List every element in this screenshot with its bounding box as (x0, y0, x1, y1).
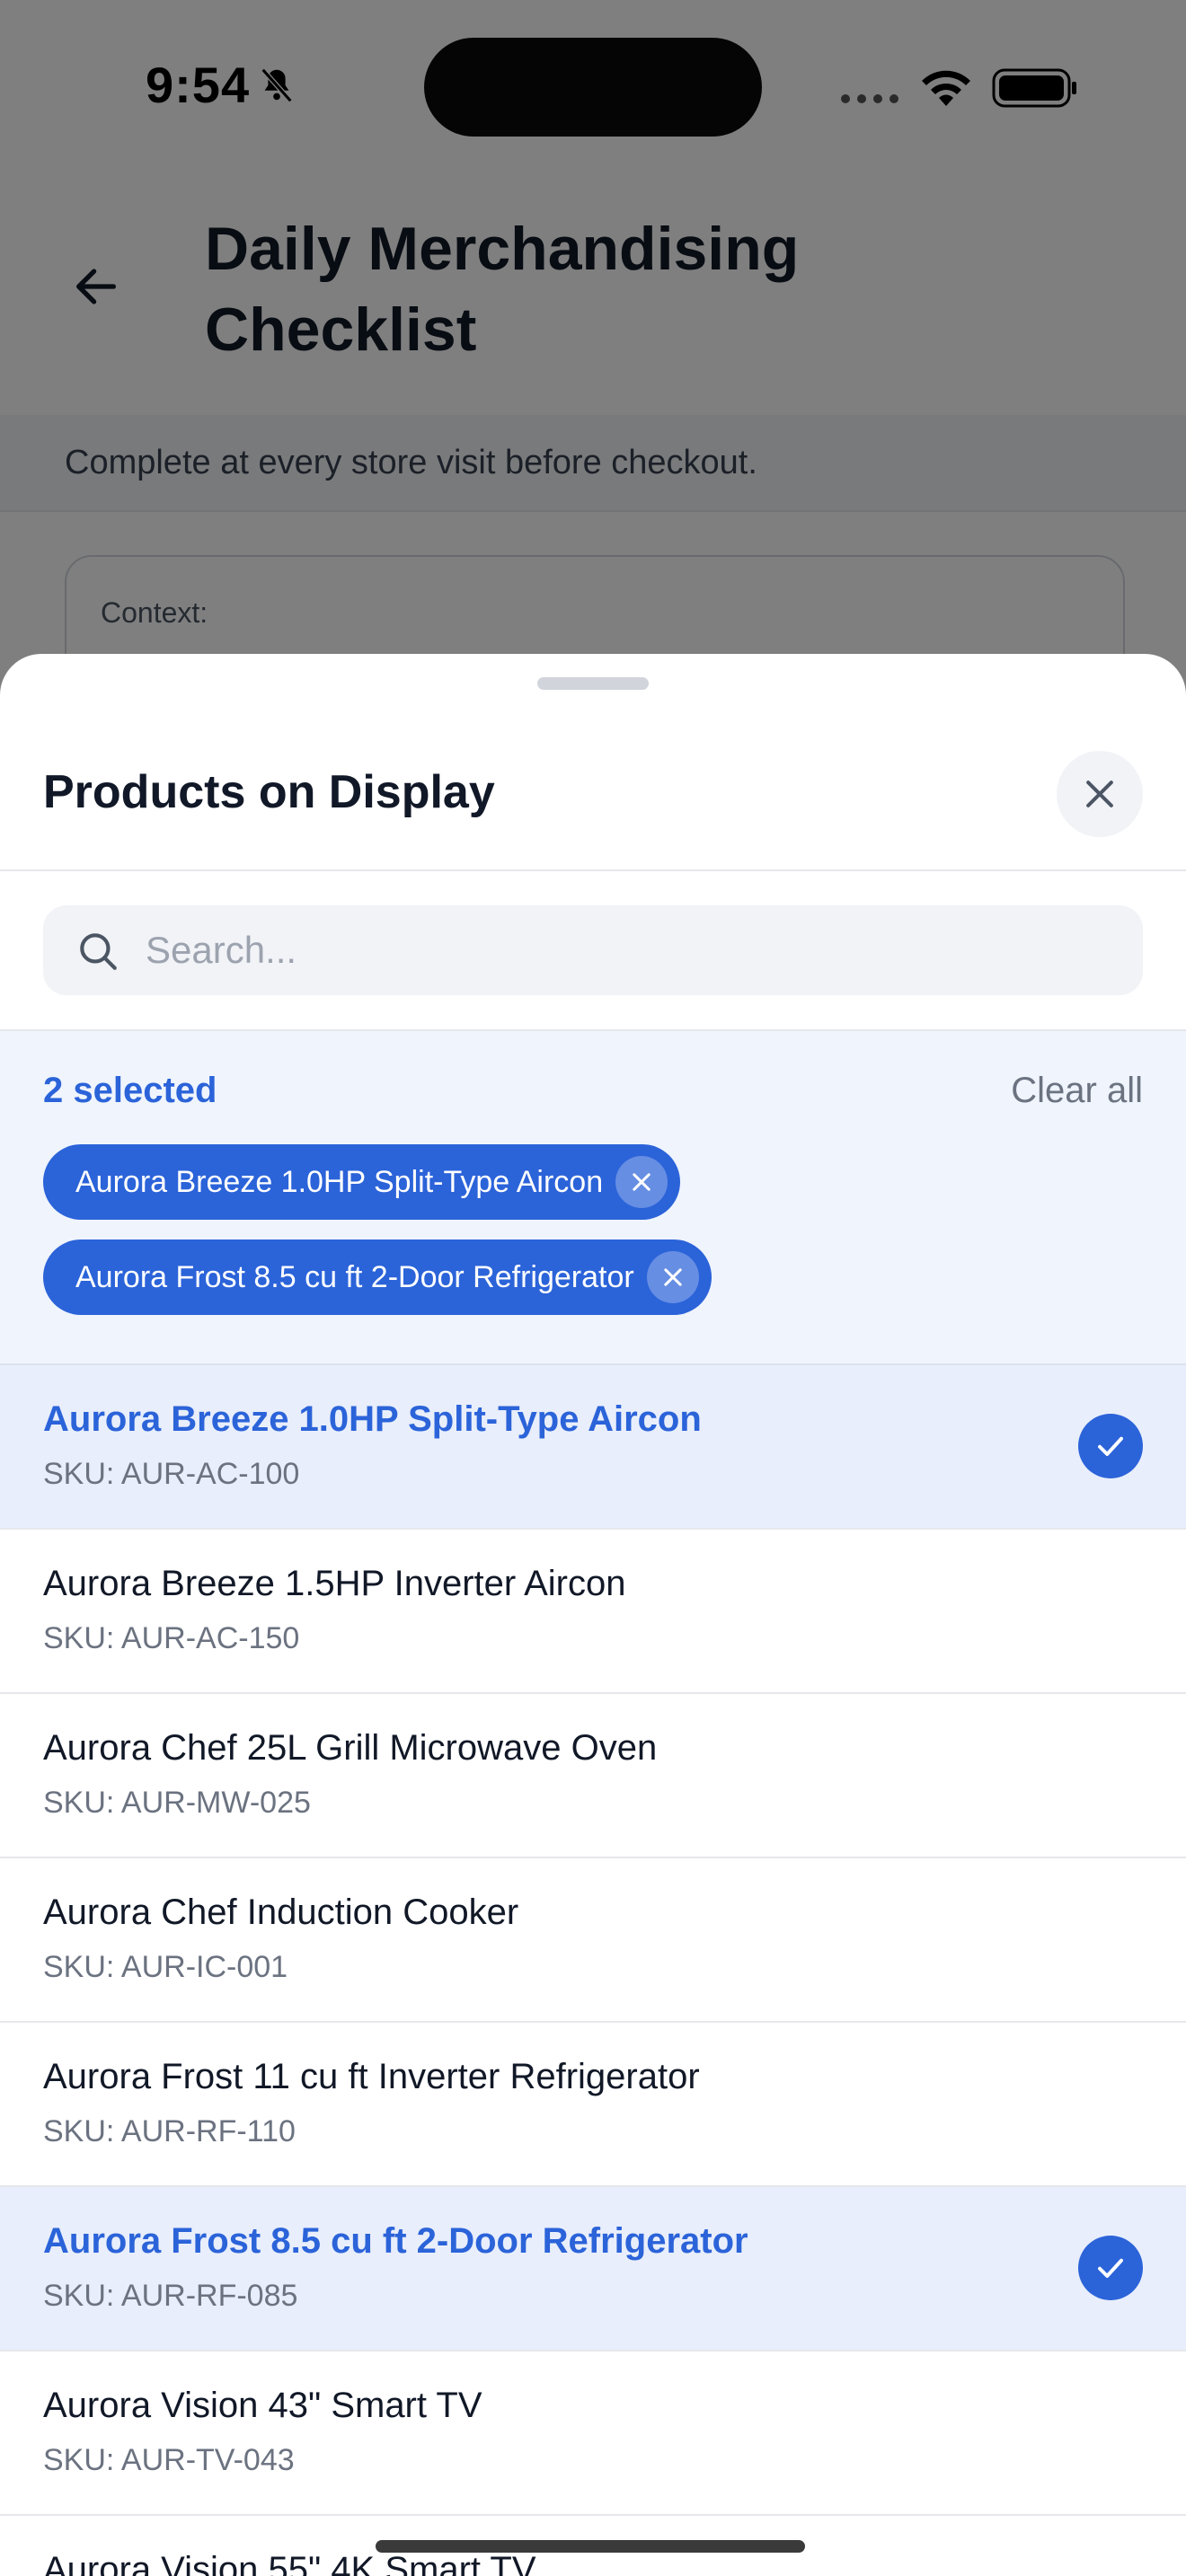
product-row[interactable]: Aurora Breeze 1.0HP Split-Type Aircon SK… (0, 1365, 1186, 1530)
search-input[interactable] (146, 905, 1116, 995)
product-sku: SKU: AUR-RF-085 (43, 2279, 298, 2313)
checkmark-icon (1078, 1414, 1143, 1478)
product-sku: SKU: AUR-AC-100 (43, 1457, 300, 1491)
product-sku: SKU: AUR-RF-110 (43, 2114, 296, 2148)
product-name: Aurora Breeze 1.5HP Inverter Aircon (43, 1564, 626, 1603)
selection-panel: 2 selected Clear all Aurora Breeze 1.0HP… (0, 1031, 1186, 1365)
product-name: Aurora Vision 55" 4K Smart TV (43, 2550, 536, 2576)
product-row[interactable]: Aurora Breeze 1.5HP Inverter Aircon SKU:… (0, 1530, 1186, 1694)
product-picker-sheet: Products on Display 2 selected Clear all… (0, 654, 1186, 2576)
chip-label: Aurora Breeze 1.0HP Split-Type Aircon (75, 1164, 604, 1199)
search-box[interactable] (43, 905, 1143, 995)
product-sku: SKU: AUR-AC-150 (43, 1621, 300, 1655)
selected-chip: Aurora Frost 8.5 cu ft 2-Door Refrigerat… (43, 1239, 712, 1315)
product-row[interactable]: Aurora Vision 43" Smart TV SKU: AUR-TV-0… (0, 2351, 1186, 2516)
search-icon (80, 933, 117, 970)
divider (0, 869, 1186, 871)
product-name: Aurora Vision 43" Smart TV (43, 2386, 482, 2425)
selected-chip: Aurora Breeze 1.0HP Split-Type Aircon (43, 1144, 681, 1220)
selected-count: 2 selected (43, 1071, 217, 1110)
product-list: Aurora Breeze 1.0HP Split-Type Aircon SK… (0, 1365, 1186, 2576)
chip-label: Aurora Frost 8.5 cu ft 2-Door Refrigerat… (75, 1259, 634, 1294)
remove-chip-button[interactable] (615, 1156, 668, 1208)
close-icon (1086, 781, 1113, 807)
close-button[interactable] (1057, 751, 1143, 837)
checkmark-icon (1078, 2236, 1143, 2300)
product-name: Aurora Chef Induction Cooker (43, 1892, 519, 1932)
close-icon (633, 1173, 651, 1191)
product-name: Aurora Breeze 1.0HP Split-Type Aircon (43, 1399, 702, 1439)
product-name: Aurora Frost 11 cu ft Inverter Refrigera… (43, 2057, 700, 2096)
close-icon (664, 1268, 682, 1286)
product-name: Aurora Frost 8.5 cu ft 2-Door Refrigerat… (43, 2221, 748, 2261)
remove-chip-button[interactable] (646, 1251, 699, 1303)
product-row[interactable]: Aurora Chef 25L Grill Microwave Oven SKU… (0, 1694, 1186, 1858)
clear-all-button[interactable]: Clear all (1011, 1071, 1143, 1111)
sheet-grabber[interactable] (537, 677, 649, 690)
product-sku: SKU: AUR-MW-025 (43, 1786, 311, 1820)
product-name: Aurora Chef 25L Grill Microwave Oven (43, 1728, 658, 1768)
product-sku: SKU: AUR-TV-043 (43, 2443, 295, 2477)
product-row[interactable]: Aurora Chef Induction Cooker SKU: AUR-IC… (0, 1858, 1186, 2023)
product-row[interactable]: Aurora Frost 11 cu ft Inverter Refrigera… (0, 2023, 1186, 2187)
sheet-title: Products on Display (43, 766, 495, 818)
product-sku: SKU: AUR-IC-001 (43, 1950, 288, 1984)
home-indicator (376, 2540, 805, 2553)
product-row[interactable]: Aurora Frost 8.5 cu ft 2-Door Refrigerat… (0, 2187, 1186, 2351)
